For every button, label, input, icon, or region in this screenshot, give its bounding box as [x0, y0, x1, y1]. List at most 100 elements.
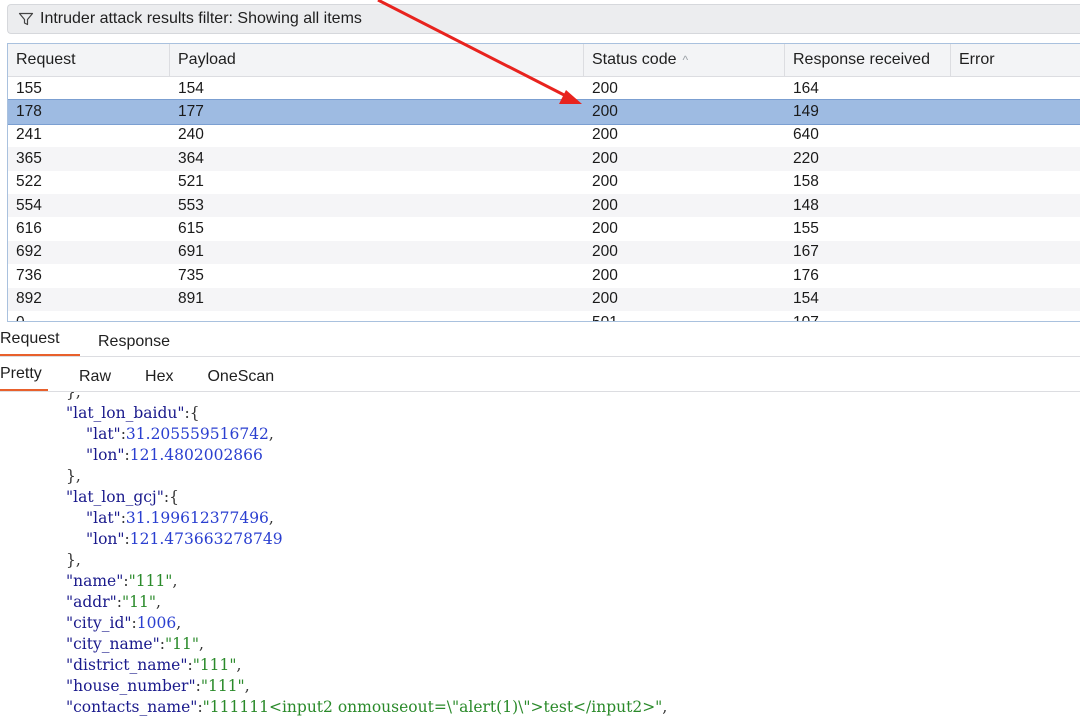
cell-payload: 177 [178, 103, 204, 121]
code-line: "contacts_name":"111111<input2 onmouseou… [66, 698, 668, 716]
code-line: "lat_lon_baidu":{ [66, 404, 200, 422]
table-header: Request Payload Status code ^ Response re… [8, 44, 1080, 77]
cell-payload: 553 [178, 196, 204, 214]
cell-response-received: 176 [793, 266, 819, 284]
cell-payload: 735 [178, 266, 204, 284]
cell-status-code: 200 [592, 243, 618, 261]
table-row[interactable]: 178 177 200 149 [8, 99, 1080, 125]
cell-error [951, 100, 1080, 123]
cell-status-code: 200 [592, 290, 618, 308]
column-header-request[interactable]: Request [8, 44, 170, 76]
code-line: "lat":31.199612377496, [86, 509, 274, 527]
cell-error [951, 171, 1080, 194]
cell-payload [170, 311, 584, 321]
cell-request: 522 [16, 173, 42, 191]
table-body: 155 154 200 164 178 177 200 149 241 240 200 640 365 3… [8, 77, 1080, 321]
cell-payload: 615 [178, 220, 204, 238]
cell-payload: 891 [178, 290, 204, 308]
results-table: Request Payload Status code ^ Response re… [7, 43, 1080, 322]
code-line: "city_name":"11", [66, 635, 204, 653]
cell-error [951, 217, 1080, 240]
code-line: "lon":121.4802002866 [86, 446, 263, 464]
table-row[interactable]: 0 501107 [8, 311, 1080, 321]
cell-status-code: 200 [592, 220, 618, 238]
code-line: "house_number":"111", [66, 677, 250, 695]
filter-bar[interactable]: Intruder attack results filter: Showing … [7, 4, 1080, 34]
sub-tabs: Pretty Raw Hex OneScan [0, 365, 292, 392]
cell-status-code: 501 [584, 311, 785, 321]
table-row[interactable]: 365 364 200 220 [8, 147, 1080, 171]
cell-status-code: 200 [592, 173, 618, 191]
tab-pretty[interactable]: Pretty [0, 365, 48, 392]
cell-request: 0 [8, 311, 170, 321]
request-body-viewer[interactable]: }, "lat_lon_baidu":{ "lat":31.205559516742… [0, 392, 1080, 722]
cell-response-received: 220 [793, 149, 819, 167]
cell-request: 241 [16, 126, 42, 144]
cell-request: 892 [16, 290, 42, 308]
code-line: "lat_lon_gcj":{ [66, 488, 179, 506]
table-row[interactable]: 554 553 200 148 [8, 193, 1080, 218]
code-line: "lon":121.473663278749 [86, 530, 283, 548]
table-row[interactable]: 522 521 200 158 [8, 171, 1080, 194]
column-header-response-received[interactable]: Response received [785, 44, 951, 76]
cell-payload: 364 [178, 149, 204, 167]
code-line: }, [66, 392, 81, 401]
cell-response-received: 164 [793, 79, 819, 97]
table-row[interactable]: 736 735 200 176 [8, 264, 1080, 287]
cell-status-code: 200 [592, 126, 618, 144]
cell-request: 178 [16, 103, 42, 121]
cell-response-received: 167 [793, 243, 819, 261]
table-row[interactable]: 616 615 200 155 [8, 217, 1080, 240]
code-line: }, [66, 551, 81, 569]
tab-onescan[interactable]: OneScan [191, 365, 292, 392]
table-row[interactable]: 155 154 200 164 [8, 77, 1080, 100]
cell-error [951, 124, 1080, 147]
tab-response[interactable]: Response [80, 330, 188, 357]
cell-request: 736 [16, 266, 42, 284]
cell-error [951, 311, 1080, 321]
cell-request: 155 [16, 79, 42, 97]
cell-request: 692 [16, 243, 42, 261]
tab-hex[interactable]: Hex [129, 365, 191, 392]
filter-text: Intruder attack results filter: Showing … [40, 10, 362, 27]
column-header-payload[interactable]: Payload [170, 44, 584, 76]
cell-payload: 521 [178, 173, 204, 191]
cell-error [951, 77, 1080, 100]
cell-payload: 154 [178, 79, 204, 97]
cell-error [951, 147, 1080, 170]
divider [0, 356, 1080, 357]
cell-error [951, 194, 1080, 217]
cell-request: 554 [16, 196, 42, 214]
sort-ascending-icon: ^ [682, 53, 689, 67]
cell-request: 365 [16, 149, 42, 167]
code-line: }, [66, 467, 81, 485]
filter-icon [18, 12, 34, 26]
column-header-error[interactable]: Error [951, 44, 1080, 76]
cell-payload: 240 [178, 126, 204, 144]
column-header-status-code[interactable]: Status code ^ [584, 44, 785, 76]
cell-response-received: 107 [785, 311, 951, 321]
cell-response-received: 158 [793, 173, 819, 191]
code-line: "name":"111", [66, 572, 178, 590]
cell-status-code: 200 [592, 149, 618, 167]
cell-response-received: 154 [793, 290, 819, 308]
cell-payload: 691 [178, 243, 204, 261]
cell-response-received: 148 [793, 196, 819, 214]
code-line: "district_name":"111", [66, 656, 242, 674]
cell-error [951, 288, 1080, 311]
cell-response-received: 640 [793, 126, 819, 144]
cell-status-code: 200 [592, 196, 618, 214]
cell-status-code: 200 [592, 103, 618, 121]
code-line: "lat":31.205559516742, [86, 425, 274, 443]
tab-request[interactable]: Request [0, 330, 80, 357]
tab-raw[interactable]: Raw [48, 365, 129, 392]
code-line: "addr":"11", [66, 593, 161, 611]
table-row[interactable]: 892 891 200 154 [8, 287, 1080, 311]
main-tabs: Request Response [0, 330, 188, 357]
cell-response-received: 149 [793, 103, 819, 121]
table-row[interactable]: 692 691 200 167 [8, 240, 1080, 265]
cell-status-code: 200 [592, 266, 618, 284]
code-line: "city_id":1006, [66, 614, 182, 632]
cell-request: 616 [16, 220, 42, 238]
table-row[interactable]: 241 240 200 640 [8, 124, 1080, 147]
